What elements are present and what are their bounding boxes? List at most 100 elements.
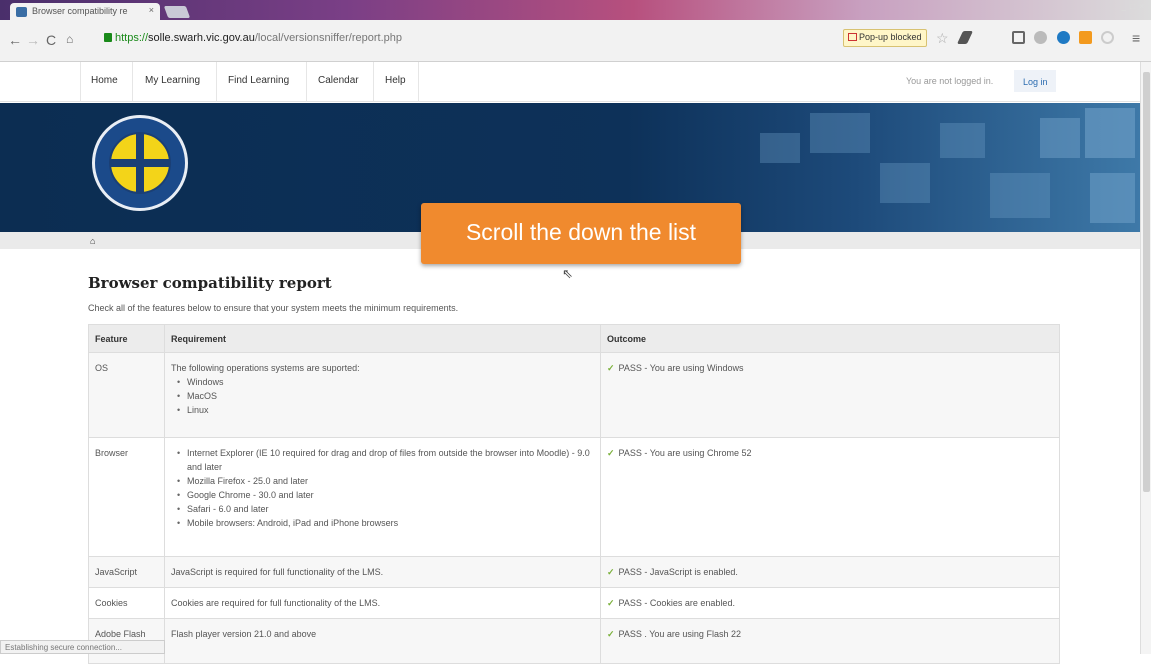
nav-item-help[interactable]: Help [385,75,406,86]
nav-item-find-learning[interactable]: Find Learning [228,75,289,86]
window-controls[interactable]: _ □ × [1122,2,1145,11]
url-scheme: https:// [115,32,149,44]
extension-icon[interactable] [1057,31,1070,44]
list-item: Windows [171,375,594,389]
popup-blocked-label: Pop-up blocked [859,32,922,42]
outcome-cell: ✓ PASS - JavaScript is enabled. [600,556,1060,588]
check-icon: ✓ [607,448,615,458]
outcome-cell: ✓ PASS . You are using Flash 22 [600,618,1060,664]
home-icon[interactable]: ⌂ [66,32,73,46]
banner-decoration [1085,108,1135,158]
feature-cell: OS [88,352,165,438]
compatibility-table: Feature Requirement Outcome OS The follo… [88,324,1060,664]
banner-decoration [880,163,930,203]
list-item: Linux [171,403,594,417]
banner-decoration [810,113,870,153]
browser-status-bar: Establishing secure connection... [0,640,165,654]
logo-cross-horizontal [111,159,169,167]
login-status-text: You are not logged in. [906,76,994,86]
extension-icon[interactable] [1079,31,1092,44]
nav-item-home[interactable]: Home [91,75,118,86]
table-row: JavaScript JavaScript is required for fu… [88,556,1060,588]
nav-divider [373,62,374,102]
requirement-cell: Internet Explorer (IE 10 required for dr… [164,437,601,557]
home-icon[interactable]: ⌂ [90,236,95,246]
browser-tab[interactable]: Browser compatibility re × [10,3,160,20]
requirement-list: Windows MacOS Linux [171,375,594,417]
requirement-list: Internet Explorer (IE 10 required for dr… [171,446,594,530]
popup-blocked-indicator[interactable]: Pop-up blocked [843,29,927,47]
outcome-text: PASS - You are using Windows [618,363,744,373]
requirement-cell: JavaScript is required for full function… [164,556,601,588]
requirement-cell: The following operations systems are sup… [164,352,601,438]
browser-toolbar: ← → C ⌂ https://solle.swarh.vic.gov.au/l… [0,20,1151,62]
check-icon: ✓ [607,598,615,608]
list-item: MacOS [171,389,594,403]
menu-icon[interactable]: ≡ [1132,30,1140,46]
check-icon: ✓ [607,567,615,577]
table-row: Browser Internet Explorer (IE 10 require… [88,437,1060,557]
outcome-cell: ✓ PASS - You are using Chrome 52 [600,437,1060,557]
requirement-cell: Cookies are required for full functional… [164,587,601,619]
outcome-text: PASS - You are using Chrome 52 [618,448,752,458]
popup-blocked-icon [848,33,857,41]
check-icon: ✓ [607,629,615,639]
banner-decoration [940,123,985,158]
new-tab-button[interactable] [163,6,191,18]
outcome-text: PASS - Cookies are enabled. [618,598,735,608]
extension-icon[interactable] [1034,31,1047,44]
check-icon: ✓ [607,363,615,373]
url-host: solle.swarh.vic.gov.au [148,32,255,44]
banner-decoration [990,173,1050,218]
outcome-text: PASS - JavaScript is enabled. [618,567,738,577]
nav-divider [80,62,81,102]
column-header-outcome: Outcome [600,324,1060,353]
page-intro: Check all of the features below to ensur… [88,303,459,313]
tab-close-icon[interactable]: × [149,5,154,15]
nav-divider [216,62,217,102]
main-content: Browser compatibility report Check all o… [88,268,1063,664]
column-header-feature: Feature [88,324,165,353]
site-navigation: Home My Learning Find Learning Calendar … [0,62,1140,102]
address-bar[interactable]: https://solle.swarh.vic.gov.au/local/ver… [104,32,402,44]
tab-title: Browser compatibility re [32,6,128,16]
feature-cell: Browser [88,437,165,557]
list-item: Mobile browsers: Android, iPad and iPhon… [171,516,594,530]
url-path: /local/versionsniffer/report.php [254,32,402,44]
extension-icon[interactable] [1101,31,1114,44]
nav-divider [418,62,419,102]
page-title: Browser compatibility report [88,274,332,292]
tutorial-callout: Scroll the down the list [421,203,741,264]
extension-icon[interactable] [956,31,974,44]
mouse-pointer-icon: ⇖ [562,266,573,281]
scrollbar-thumb[interactable] [1143,72,1150,492]
site-favicon-icon [16,7,27,17]
outcome-cell: ✓ PASS - You are using Windows [600,352,1060,438]
star-icon[interactable]: ☆ [936,30,949,47]
login-link[interactable]: Log in [1014,70,1056,92]
banner-decoration [760,133,800,163]
requirement-cell: Flash player version 21.0 and above [164,618,601,664]
nav-item-calendar[interactable]: Calendar [318,75,359,86]
list-item: Internet Explorer (IE 10 required for dr… [171,446,594,474]
extension-icon[interactable] [1012,31,1025,44]
nav-item-my-learning[interactable]: My Learning [145,75,200,86]
reload-icon[interactable]: C [46,32,56,48]
list-item: Mozilla Firefox - 25.0 and later [171,474,594,488]
page-scrollbar[interactable] [1140,62,1151,654]
forward-arrow-icon[interactable]: → [26,32,40,48]
outcome-text: PASS . You are using Flash 22 [618,629,741,639]
table-row: Cookies Cookies are required for full fu… [88,587,1060,619]
feature-cell: JavaScript [88,556,165,588]
browser-tab-strip: Browser compatibility re × _ □ × [0,0,1151,20]
logo-emblem [109,132,171,194]
back-arrow-icon[interactable]: ← [8,32,22,48]
table-row: OS The following operations systems are … [88,352,1060,438]
banner-decoration [1040,118,1080,158]
nav-divider [132,62,133,102]
south-west-alliance-logo[interactable] [92,115,188,211]
lock-icon [104,33,112,42]
table-row: Adobe Flash player Flash player version … [88,618,1060,664]
feature-cell: Cookies [88,587,165,619]
outcome-cell: ✓ PASS - Cookies are enabled. [600,587,1060,619]
